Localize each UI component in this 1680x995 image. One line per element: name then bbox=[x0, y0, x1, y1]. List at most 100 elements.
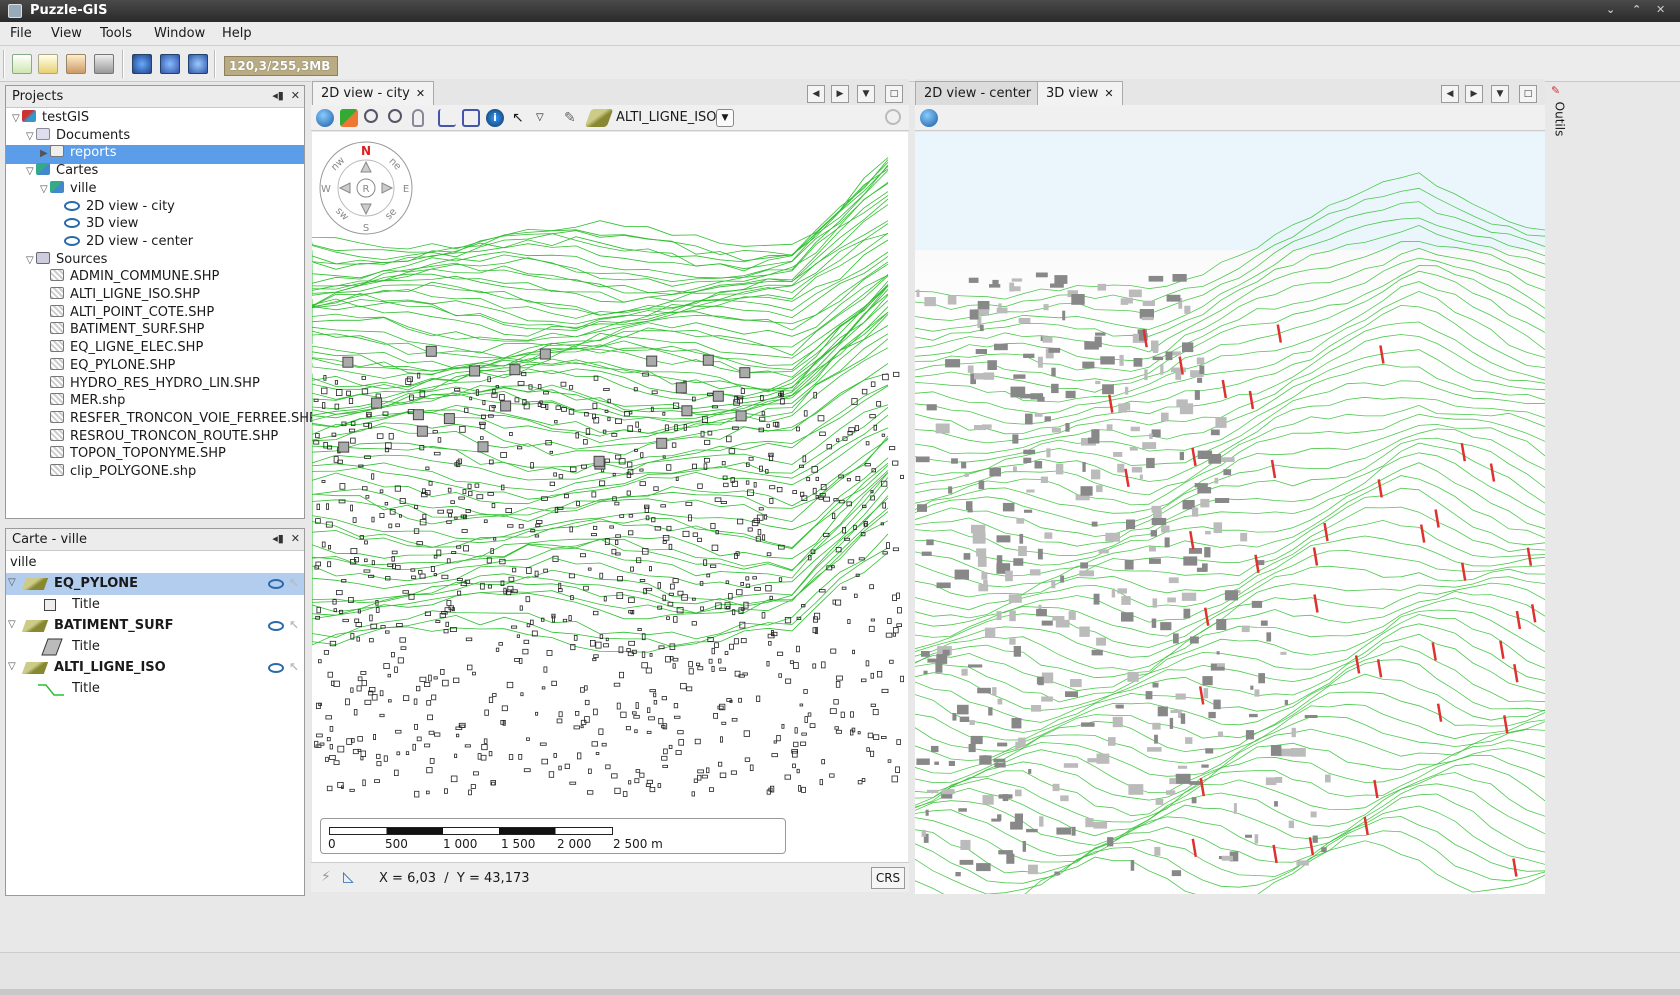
tree-item[interactable]: RESFER_TRONCON_VOIE_FERREE.SHP bbox=[6, 410, 317, 430]
visibility-eye-icon[interactable] bbox=[268, 579, 284, 589]
tree-item[interactable]: MER.shp bbox=[6, 393, 304, 412]
tree-item[interactable]: ▶ reports bbox=[6, 145, 304, 165]
close-icon[interactable]: ✕ bbox=[1656, 3, 1665, 16]
expand-open-icon[interactable]: ▽ bbox=[26, 166, 36, 177]
new-document-icon[interactable] bbox=[38, 54, 58, 74]
selectable-cursor-icon[interactable]: ↖ bbox=[289, 576, 299, 590]
tab-2d-view-center[interactable]: 2D view - center✕ bbox=[915, 81, 1056, 105]
globe-icon[interactable] bbox=[920, 109, 938, 127]
crs-button[interactable]: CRS bbox=[871, 867, 905, 889]
tab-list-icon[interactable]: ▼ bbox=[1491, 85, 1509, 103]
map-3d-canvas[interactable] bbox=[915, 132, 1545, 894]
expand-closed-icon[interactable]: ▶ bbox=[40, 148, 50, 159]
tab-scroll-left-icon[interactable]: ◀ bbox=[1441, 85, 1459, 103]
refresh-map-icon[interactable] bbox=[340, 109, 358, 127]
expand-open-icon[interactable]: ▽ bbox=[8, 577, 18, 588]
tree-item[interactable]: EQ_PYLONE.SHP bbox=[6, 357, 304, 377]
tab-scroll-left-icon[interactable]: ◀ bbox=[807, 85, 825, 103]
pan-hand-icon[interactable] bbox=[412, 109, 424, 127]
tree-item[interactable]: HYDRO_RES_HYDRO_LIN.SHP bbox=[6, 375, 304, 395]
building-outline bbox=[870, 618, 875, 622]
tree-item[interactable]: ALTI_LIGNE_ISO.SHP bbox=[6, 287, 304, 306]
edit-pencil-icon[interactable]: ✎ bbox=[564, 109, 582, 127]
building-outline bbox=[719, 736, 723, 743]
selectable-cursor-icon[interactable]: ↖ bbox=[289, 618, 299, 632]
tree-item[interactable]: EQ_LIGNE_ELEC.SHP bbox=[6, 340, 304, 359]
layer-dropdown-icon[interactable]: ▼ bbox=[716, 109, 734, 127]
tab-2d-view-city[interactable]: 2D view - city ✕ bbox=[312, 81, 435, 105]
expand-open-icon[interactable]: ▽ bbox=[8, 661, 18, 672]
context-name[interactable]: ville bbox=[10, 551, 37, 573]
menu-window[interactable]: Window bbox=[154, 26, 205, 41]
visibility-eye-icon[interactable] bbox=[268, 663, 284, 673]
layer-row[interactable]: ▽ ALTI_LIGNE_ISO ↖ bbox=[6, 657, 304, 679]
tree-item[interactable]: ▽ Documents bbox=[6, 127, 304, 147]
info-icon[interactable]: i bbox=[486, 109, 504, 127]
tree-item[interactable]: 2D view - center bbox=[6, 234, 304, 253]
expand-open-icon[interactable]: ▽ bbox=[12, 113, 22, 124]
compass-rose[interactable]: N R S W E ne nw se sw bbox=[318, 140, 414, 236]
close-tab-icon[interactable]: ✕ bbox=[1104, 87, 1113, 100]
layer-row[interactable]: ▽ EQ_PYLONE ↖ bbox=[6, 573, 304, 595]
tab-list-icon[interactable]: ▼ bbox=[857, 85, 875, 103]
close-panel-icon[interactable]: ✕ bbox=[291, 89, 300, 102]
visibility-eye-icon[interactable] bbox=[268, 621, 284, 631]
active-layer-name[interactable]: ALTI_LIGNE_ISO bbox=[616, 110, 717, 125]
select-mode-dropdown-icon[interactable]: ▽ bbox=[536, 109, 554, 127]
globe-icon[interactable] bbox=[316, 109, 334, 127]
building-outline bbox=[454, 753, 458, 758]
tree-item[interactable]: RESROU_TRONCON_ROUTE.SHP bbox=[6, 428, 304, 448]
tree-item[interactable]: 2D view - city bbox=[6, 199, 304, 218]
minimize-icon[interactable]: ⌄ bbox=[1606, 3, 1615, 16]
save-icon[interactable] bbox=[94, 54, 114, 74]
building-outline bbox=[881, 736, 887, 739]
tab-3d-view[interactable]: 3D view ✕ bbox=[1037, 81, 1123, 105]
select-arrow-icon[interactable]: ↖ bbox=[512, 109, 530, 127]
maximize-view-icon[interactable]: □ bbox=[1519, 85, 1537, 103]
menu-tools[interactable]: Tools bbox=[100, 26, 132, 41]
maximize-view-icon[interactable]: □ bbox=[885, 85, 903, 103]
tab-scroll-right-icon[interactable]: ▶ bbox=[831, 85, 849, 103]
layer-row[interactable]: ▽ BATIMENT_SURF ↖ bbox=[6, 615, 304, 637]
zoom-out-icon[interactable] bbox=[388, 109, 402, 123]
outils-side-tab[interactable]: ✎ Outils bbox=[1548, 82, 1568, 142]
building-outline bbox=[507, 585, 514, 593]
zoom-layer-icon[interactable] bbox=[462, 109, 480, 127]
selectable-cursor-icon[interactable]: ↖ bbox=[289, 660, 299, 674]
maximize-icon[interactable]: ⌃ bbox=[1632, 3, 1641, 16]
expand-open-icon[interactable]: ▽ bbox=[40, 184, 50, 195]
minimize-panel-icon[interactable]: ◂▮ bbox=[272, 532, 284, 545]
memory-indicator[interactable]: 120,3/255,3MB bbox=[224, 56, 338, 76]
tree-item[interactable]: ▽ testGIS bbox=[6, 110, 304, 129]
minimize-panel-icon[interactable]: ◂▮ bbox=[272, 89, 284, 102]
tree-item[interactable]: ADMIN_COMMUNE.SHP bbox=[6, 269, 304, 288]
menu-file[interactable]: File bbox=[10, 26, 32, 41]
add-layer-icon[interactable] bbox=[132, 54, 152, 74]
measure-icon[interactable]: ◺ bbox=[343, 869, 354, 885]
settings-gear-icon[interactable] bbox=[885, 109, 901, 125]
tree-item[interactable]: 3D view bbox=[6, 216, 304, 235]
expand-open-icon[interactable]: ▽ bbox=[26, 255, 36, 266]
close-panel-icon[interactable]: ✕ bbox=[291, 532, 300, 545]
edit-tool-icon[interactable]: ⚡ bbox=[321, 869, 331, 885]
tree-item[interactable]: ▽ Sources bbox=[6, 251, 304, 271]
tab-scroll-right-icon[interactable]: ▶ bbox=[1465, 85, 1483, 103]
expand-open-icon[interactable]: ▽ bbox=[8, 619, 18, 630]
add-service-icon[interactable] bbox=[188, 54, 208, 74]
expand-open-icon[interactable]: ▽ bbox=[26, 131, 36, 142]
menu-help[interactable]: Help bbox=[222, 26, 252, 41]
add-source-icon[interactable] bbox=[160, 54, 180, 74]
close-tab-icon[interactable]: ✕ bbox=[416, 87, 425, 100]
menu-view[interactable]: View bbox=[51, 26, 82, 41]
tree-item[interactable]: BATIMENT_SURF.SHP bbox=[6, 322, 304, 341]
zoom-all-icon[interactable] bbox=[438, 109, 456, 127]
new-project-icon[interactable] bbox=[12, 54, 32, 74]
map-2d-canvas[interactable]: N R S W E ne nw se sw 0 500 1 000 1 500 … bbox=[312, 132, 908, 862]
tree-item[interactable]: ALTI_POINT_COTE.SHP bbox=[6, 304, 304, 324]
tree-item[interactable]: ▽ ville bbox=[6, 180, 304, 200]
open-project-icon[interactable] bbox=[66, 54, 86, 74]
tree-item[interactable]: clip_POLYGONE.shp bbox=[6, 464, 304, 483]
zoom-in-icon[interactable] bbox=[364, 109, 378, 123]
tree-item[interactable]: TOPON_TOPONYME.SHP bbox=[6, 446, 304, 465]
tree-item[interactable]: ▽ Cartes bbox=[6, 163, 304, 182]
